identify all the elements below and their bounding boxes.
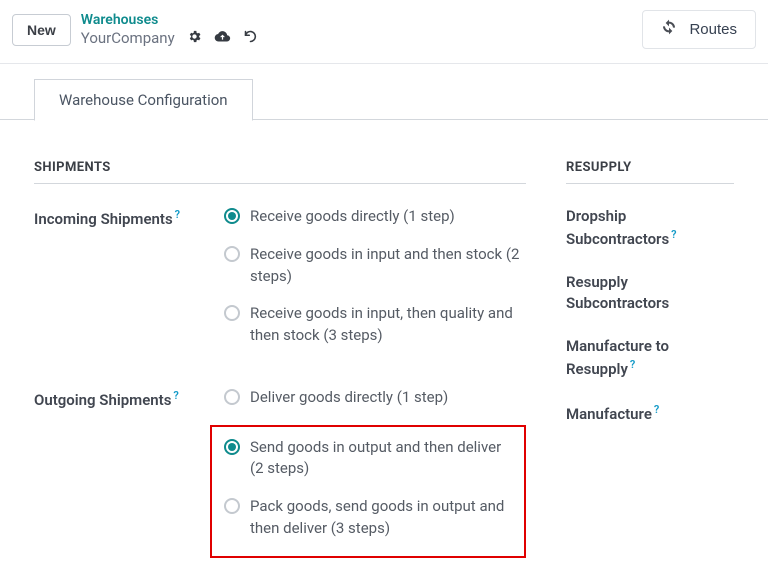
breadcrumb-company: YourCompany [81,29,175,47]
routes-button[interactable]: Routes [642,10,756,49]
link-resupply-subcontractors[interactable]: Resupply Subcontractors [566,272,734,314]
outgoing-opt-3steps[interactable]: Pack goods, send goods in output and the… [224,496,512,540]
outgoing-shipments-label: Outgoing Shipments? [34,387,224,558]
tab-warehouse-configuration[interactable]: Warehouse Configuration [34,79,253,121]
topbar: New Warehouses YourCompany Routes [0,0,768,64]
radio-icon[interactable] [224,439,240,455]
help-icon[interactable]: ? [175,208,180,221]
undo-icon[interactable] [243,29,258,47]
radio-icon[interactable] [224,208,240,224]
incoming-opt-2steps[interactable]: Receive goods in input and then stock (2… [224,244,526,288]
outgoing-opt-1step[interactable]: Deliver goods directly (1 step) [224,387,526,409]
cloud-upload-icon[interactable] [214,29,231,47]
section-resupply-title: RESUPPLY [566,160,734,184]
help-icon[interactable]: ? [630,358,635,371]
help-icon[interactable]: ? [671,228,676,241]
routes-label: Routes [689,21,737,38]
link-dropship-subcontractors[interactable]: Dropship Subcontractors? [566,206,734,250]
section-shipments-title: SHIPMENTS [34,160,526,184]
refresh-icon [661,19,677,40]
radio-icon[interactable] [224,246,240,262]
radio-icon[interactable] [224,498,240,514]
link-manufacture[interactable]: Manufacture? [566,402,734,425]
tab-strip: Warehouse Configuration [0,78,768,120]
radio-icon[interactable] [224,389,240,405]
incoming-shipments-label: Incoming Shipments? [34,206,224,363]
highlight-box: Send goods in output and then deliver (2… [210,425,526,558]
new-button[interactable]: New [12,14,71,46]
incoming-opt-1step[interactable]: Receive goods directly (1 step) [224,206,526,228]
link-manufacture-to-resupply[interactable]: Manufacture to Resupply? [566,336,734,380]
incoming-opt-3steps[interactable]: Receive goods in input, then quality and… [224,303,526,347]
gear-icon[interactable] [187,29,202,47]
help-icon[interactable]: ? [173,389,178,402]
radio-icon[interactable] [224,305,240,321]
outgoing-opt-2steps[interactable]: Send goods in output and then deliver (2… [224,437,512,481]
help-icon[interactable]: ? [654,403,659,416]
breadcrumb-parent-link[interactable]: Warehouses [81,12,258,28]
breadcrumb: Warehouses YourCompany [81,12,258,47]
